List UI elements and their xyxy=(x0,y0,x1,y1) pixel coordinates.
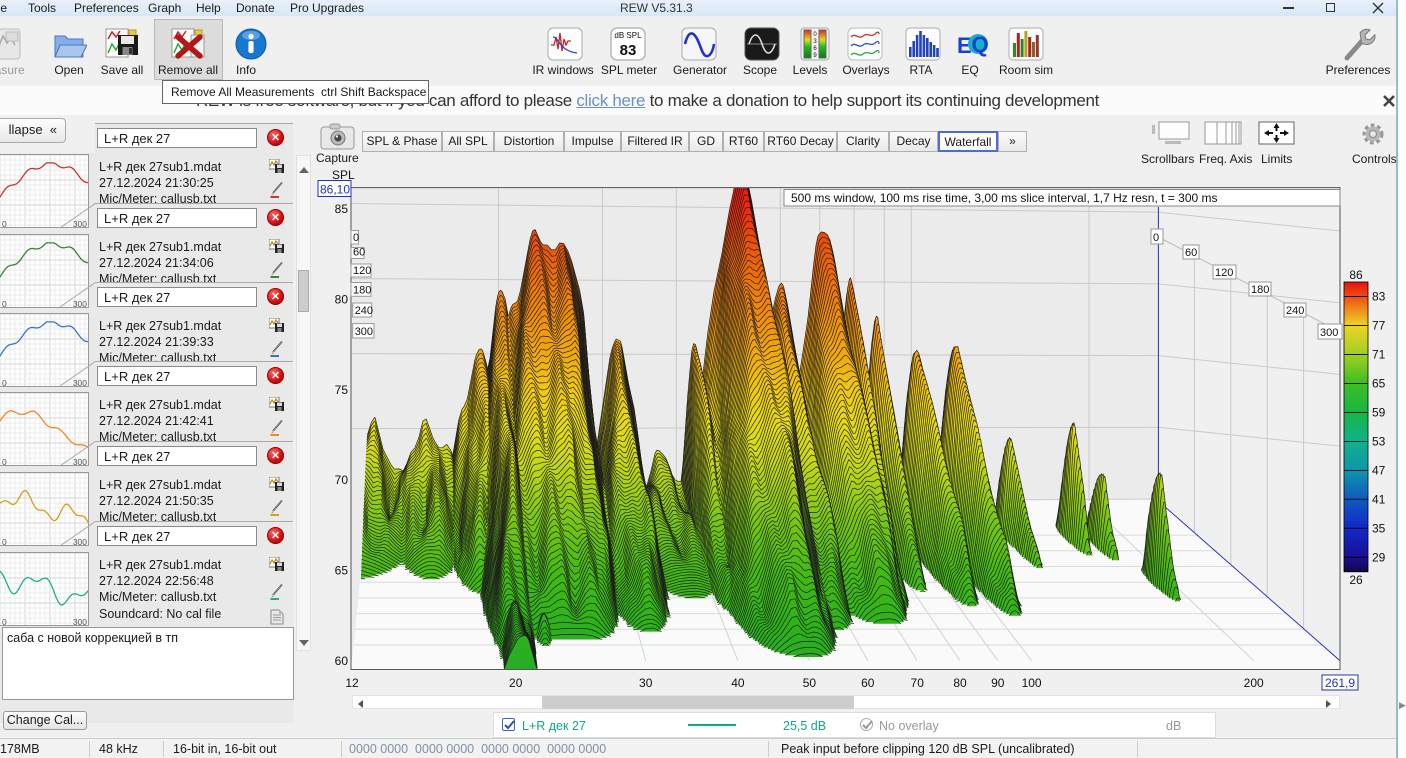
svg-text:240: 240 xyxy=(1286,305,1304,317)
svg-text:60: 60 xyxy=(1185,247,1197,259)
svg-text:12: 12 xyxy=(345,676,359,690)
svg-text:SPL: SPL xyxy=(332,168,355,182)
svg-text:120: 120 xyxy=(1215,267,1233,279)
svg-text:35: 35 xyxy=(1372,521,1386,535)
svg-text:77: 77 xyxy=(1372,319,1386,333)
svg-text:70: 70 xyxy=(335,473,349,487)
svg-text:30: 30 xyxy=(639,676,653,690)
svg-text:dB SPL: dB SPL xyxy=(614,31,642,40)
svg-text:86: 86 xyxy=(1349,268,1363,282)
svg-text:83: 83 xyxy=(620,42,637,59)
svg-text:240: 240 xyxy=(355,305,373,317)
svg-text:0: 0 xyxy=(2,219,7,228)
svg-text:120: 120 xyxy=(353,265,371,277)
svg-text:60: 60 xyxy=(353,247,365,259)
svg-text:86,10: 86,10 xyxy=(320,183,350,197)
svg-text:0: 0 xyxy=(2,299,7,308)
svg-text:0: 0 xyxy=(2,457,7,466)
svg-text:53: 53 xyxy=(1372,434,1386,448)
svg-text:29: 29 xyxy=(1372,550,1386,564)
svg-text:0: 0 xyxy=(2,378,7,387)
svg-text:300: 300 xyxy=(1320,327,1338,339)
svg-text:0: 0 xyxy=(2,617,7,626)
svg-text:100: 100 xyxy=(1022,676,1042,690)
svg-text:41: 41 xyxy=(1372,492,1386,506)
svg-text:Q: Q xyxy=(972,32,989,57)
svg-text:59: 59 xyxy=(1372,405,1386,419)
svg-text:70: 70 xyxy=(911,676,925,690)
svg-text:75: 75 xyxy=(335,383,349,397)
svg-text:90: 90 xyxy=(991,676,1005,690)
svg-text:0: 0 xyxy=(2,537,7,546)
svg-text:60: 60 xyxy=(335,654,349,668)
svg-text:180: 180 xyxy=(1251,284,1269,296)
svg-text:40: 40 xyxy=(731,676,745,690)
svg-text:26: 26 xyxy=(1349,573,1363,587)
svg-text:80: 80 xyxy=(953,676,967,690)
svg-text:20: 20 xyxy=(509,676,523,690)
svg-text:85: 85 xyxy=(335,202,349,216)
svg-text:180: 180 xyxy=(353,284,371,296)
svg-text:60: 60 xyxy=(861,676,875,690)
svg-text:71: 71 xyxy=(1372,348,1386,362)
svg-text:47: 47 xyxy=(1372,463,1386,477)
svg-text:83: 83 xyxy=(1372,290,1386,304)
svg-text:0: 0 xyxy=(1153,232,1159,244)
svg-text:500 ms window, 100 ms rise tim: 500 ms window, 100 ms rise time, 3,00 ms… xyxy=(791,191,1218,205)
svg-text:80: 80 xyxy=(335,293,349,307)
svg-text:300: 300 xyxy=(73,617,87,626)
svg-text:300: 300 xyxy=(355,326,373,338)
svg-text:261,9: 261,9 xyxy=(1325,676,1355,690)
svg-text:50: 50 xyxy=(803,676,817,690)
svg-text:200: 200 xyxy=(1244,676,1264,690)
svg-text:0: 0 xyxy=(353,232,359,244)
svg-text:65: 65 xyxy=(335,564,349,578)
svg-text:65: 65 xyxy=(1372,377,1386,391)
